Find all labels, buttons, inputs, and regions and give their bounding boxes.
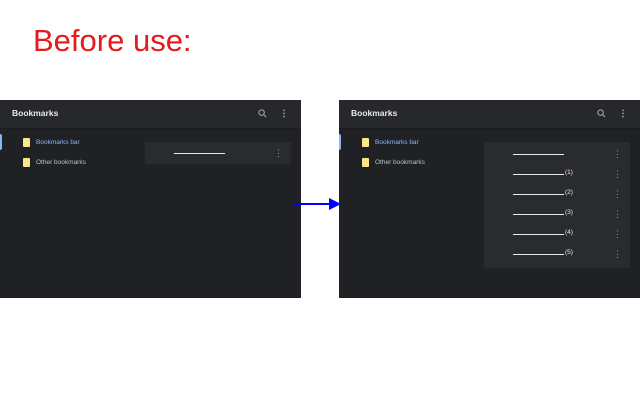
list-item[interactable]: (1) ⋮ [484,164,630,184]
sidebar-item-bookmarks-bar[interactable]: Bookmarks bar [0,132,140,152]
search-icon[interactable] [255,106,269,120]
list-item[interactable]: ⋮ [484,144,630,164]
more-vert-icon[interactable]: ⋮ [274,147,283,159]
sidebar-item-label: Other bookmarks [375,158,425,166]
panel-title: Bookmarks [12,108,59,118]
bookmark-title-line [513,174,564,175]
bookmarks-panel-after: Bookmarks Bookmarks bar Other bookmarks … [339,100,640,298]
sidebar-item-label: Other bookmarks [36,158,86,166]
top-bar: Bookmarks [339,100,640,129]
list-item[interactable]: (2) ⋮ [484,184,630,204]
bookmark-title-line [513,154,564,155]
more-vert-icon[interactable]: ⋮ [613,248,622,260]
sidebar-item-bookmarks-bar[interactable]: Bookmarks bar [339,132,479,152]
sidebar-item-label: Bookmarks bar [375,138,419,146]
list-item[interactable]: (5) ⋮ [484,244,630,264]
list-item[interactable]: (4) ⋮ [484,224,630,244]
bookmark-number: (3) [565,209,573,216]
panel-title: Bookmarks [351,108,398,118]
top-bar: Bookmarks [0,100,301,129]
bookmarks-panel-before: Bookmarks Bookmarks bar Other bookmarks … [0,100,301,298]
more-vert-icon[interactable]: ⋮ [613,228,622,240]
bookmark-number: (4) [565,229,573,236]
bookmark-title-line [513,214,564,215]
search-icon[interactable] [594,106,608,120]
headline: Before use: [33,23,192,58]
folder-icon [362,137,369,147]
folder-icon [23,157,30,167]
bookmark-list: ⋮ (1) ⋮ (2) ⋮ (3) ⋮ (4) ⋮ (5) ⋮ [484,142,630,268]
more-vert-icon[interactable]: ⋮ [613,168,622,180]
sidebar-item-other-bookmarks[interactable]: Other bookmarks [0,152,140,172]
bookmark-number: (2) [565,189,573,196]
list-item[interactable]: (3) ⋮ [484,204,630,224]
more-vert-icon[interactable] [277,106,291,120]
bookmark-title-line [513,194,564,195]
folder-icon [362,157,369,167]
more-vert-icon[interactable]: ⋮ [613,148,622,160]
bookmark-title-line [513,234,564,235]
folder-icon [23,137,30,147]
bookmark-number: (5) [565,249,573,256]
bookmark-title-line [513,254,564,255]
bookmark-number: (1) [565,169,573,176]
arrow-icon [293,198,341,210]
list-item[interactable]: ⋮ [145,143,291,163]
bookmark-title-line [174,153,225,154]
more-vert-icon[interactable]: ⋮ [613,208,622,220]
sidebar-item-other-bookmarks[interactable]: Other bookmarks [339,152,479,172]
more-vert-icon[interactable]: ⋮ [613,188,622,200]
more-vert-icon[interactable] [616,106,630,120]
sidebar-item-label: Bookmarks bar [36,138,80,146]
bookmark-list: ⋮ [145,142,291,164]
